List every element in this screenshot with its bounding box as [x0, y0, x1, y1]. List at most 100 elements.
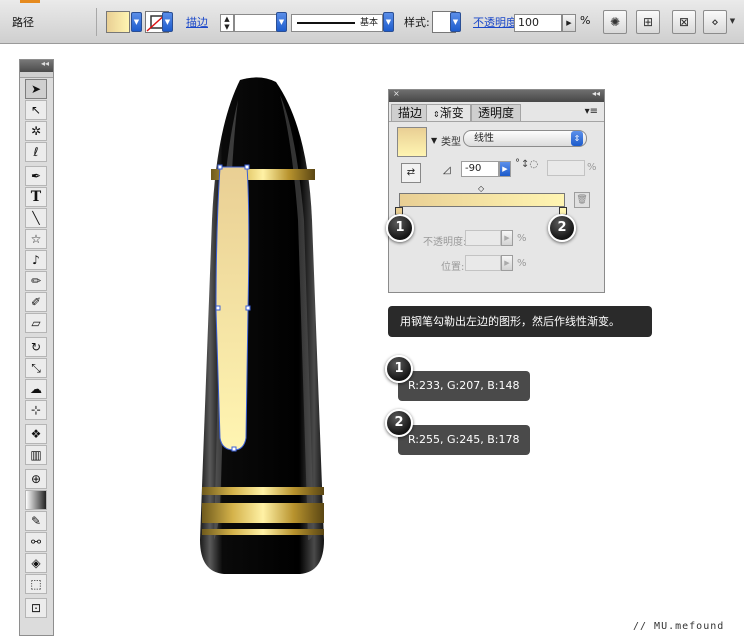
pen-cap-illustration [200, 77, 324, 574]
isolate-group-icon[interactable]: ⊠ [672, 10, 696, 34]
opacity-input[interactable]: 100 [514, 14, 562, 32]
close-icon[interactable]: × [393, 89, 400, 98]
anchor-point [244, 164, 250, 170]
graphic-style-dropdown[interactable]: ▼ [450, 12, 461, 32]
pen-tool-icon[interactable]: ✒ [25, 166, 47, 186]
tab-gradient[interactable]: ⇕渐变 [426, 104, 471, 121]
stroke-weight-dropdown[interactable]: ▼ [276, 12, 287, 32]
pencil-tool-icon[interactable]: ✏ [25, 271, 47, 291]
warp-tool-icon[interactable]: ☁ [25, 379, 47, 399]
opacity-link[interactable]: 不透明度 [473, 14, 517, 30]
type-label: 类型 [441, 137, 461, 148]
anchor-point [231, 446, 237, 452]
blend-tool-icon[interactable]: ⚯ [25, 532, 47, 552]
graph-tool-icon[interactable]: ▥ [25, 445, 47, 465]
degree-symbol: ° [515, 158, 520, 169]
stop2-rgb-bubble: R:255, G:245, B:178 [398, 425, 530, 455]
gradient-type-value: 线性 [474, 133, 494, 144]
anchor-point [215, 305, 221, 311]
stroke-style-select[interactable]: 基本 [291, 14, 383, 32]
tools-panel-grip[interactable] [20, 72, 53, 78]
recolor-artwork-icon[interactable]: ✺ [603, 10, 627, 34]
stop-opacity-input [465, 230, 501, 246]
gradient-slider[interactable] [399, 193, 565, 207]
control-bar: 路径 ▼ ▼ 描边 ▲ ▼ ▼ 基本 ▼ 样式: ▼ 不透明度 100 ▶ % ✺… [0, 0, 744, 44]
anchor-point [217, 164, 223, 170]
tab-stepper-icon: ⇕ [433, 110, 440, 119]
bottom-gold-band-2 [202, 503, 324, 523]
lasso-tool-icon[interactable]: ℓ [25, 142, 47, 162]
stroke-style-dropdown[interactable]: ▼ [383, 12, 394, 32]
stop1-rgb-bubble: R:233, G:207, B:148 [398, 371, 530, 401]
delete-stop-icon[interactable]: 🗑 [574, 192, 590, 208]
fill-swatch[interactable] [106, 11, 130, 33]
blob-brush-tool-icon[interactable]: ✐ [25, 292, 47, 312]
symbol-sprayer-tool-icon[interactable]: ❖ [25, 424, 47, 444]
mesh-tool-icon[interactable]: ⊕ [25, 469, 47, 489]
anchor-point [245, 305, 251, 311]
stop-position-dropdown: ▶ [501, 255, 513, 271]
app-menu-accent [20, 0, 40, 3]
select-similar-icon[interactable]: ⋄ [703, 10, 727, 34]
stroke-dropdown-arrow[interactable]: ▼ [162, 12, 173, 32]
type-tool-icon[interactable]: T [25, 187, 47, 207]
stroke-link[interactable]: 描边 [186, 14, 208, 30]
separator [96, 8, 97, 36]
paintbrush-tool-icon[interactable]: ♪ [25, 250, 47, 270]
live-paint-selection-tool-icon[interactable]: ⬚ [25, 574, 47, 594]
position-label: 位置: [441, 262, 465, 273]
collapse-icon[interactable]: ◂◂ [592, 89, 600, 98]
free-transform-tool-icon[interactable]: ⊹ [25, 400, 47, 420]
eraser-tool-icon[interactable]: ▱ [25, 313, 47, 333]
angle-dropdown[interactable]: ▶ [499, 161, 511, 177]
tab-stroke[interactable]: 描边 [391, 104, 430, 121]
opacity-flyout-button[interactable]: ▶ [562, 14, 576, 32]
gradient-panel-titlebar[interactable]: × ◂◂ [389, 89, 604, 102]
rotate-tool-icon[interactable]: ↻ [25, 337, 47, 357]
selection-tool-icon[interactable]: ➤ [25, 79, 47, 99]
tools-panel-header[interactable]: ◂◂ [20, 59, 53, 72]
aspect-ratio-icon: ↕◌ [521, 159, 539, 170]
stop-opacity-dropdown: ▶ [501, 230, 513, 246]
gradient-preview-swatch[interactable] [397, 127, 427, 157]
select-similar-dropdown[interactable]: ▼ [728, 12, 737, 32]
stroke-weight-stepper[interactable]: ▲ ▼ [220, 14, 234, 32]
stop2-rgb-badge: 2 [385, 409, 413, 437]
star-tool-icon[interactable]: ☆ [25, 229, 47, 249]
bottom-gold-band-1 [202, 487, 324, 495]
live-paint-tool-icon[interactable]: ◈ [25, 553, 47, 573]
gradient-tool-icon[interactable] [25, 490, 47, 510]
stop1-rgb-badge: 1 [385, 355, 413, 383]
midpoint-diamond-icon[interactable]: ◇ [478, 184, 484, 193]
illustrator-workspace: 路径 ▼ ▼ 描边 ▲ ▼ ▼ 基本 ▼ 样式: ▼ 不透明度 100 ▶ % ✺… [0, 0, 744, 636]
gradient-preset-arrow[interactable]: ▼ [431, 136, 437, 145]
align-options-icon[interactable]: ⊞ [636, 10, 660, 34]
tab-divider [389, 121, 604, 122]
credit-watermark: // MU.mefound [633, 621, 725, 632]
magic-wand-tool-icon[interactable]: ✲ [25, 121, 47, 141]
instruction-tip: 用钢笔勾勒出左边的图形，然后作线性渐变。 [388, 306, 652, 337]
position-percent: % [517, 258, 527, 269]
scale-tool-icon[interactable]: ⤡ [25, 358, 47, 378]
opacity-percent: % [517, 233, 527, 244]
stroke-style-line [297, 22, 355, 24]
reverse-gradient-icon[interactable]: ⇄ [401, 163, 421, 183]
panel-menu-icon[interactable]: ▾≡ [585, 106, 598, 117]
tools-panel: ◂◂ ➤ ↖ ✲ ℓ ✒ T ╲ ☆ ♪ ✏ ✐ ▱ ↻ ⤡ ☁ ⊹ ❖ ▥ ⊕… [19, 59, 54, 636]
collapse-icon[interactable]: ◂◂ [41, 59, 49, 68]
line-tool-icon[interactable]: ╲ [25, 208, 47, 228]
stroke-weight-input[interactable] [234, 14, 278, 32]
crop-tool-icon[interactable]: ⊡ [25, 598, 47, 618]
pen-clip [215, 166, 250, 451]
fill-dropdown-arrow[interactable]: ▼ [131, 12, 142, 32]
stop-position-input [465, 255, 501, 271]
direct-selection-tool-icon[interactable]: ↖ [25, 100, 47, 120]
tab-transparency[interactable]: 透明度 [471, 104, 522, 121]
gradient-type-select[interactable]: 线性 ⇕ [463, 130, 587, 147]
selection-type-label: 路径 [12, 16, 34, 29]
style-label: 样式: [404, 16, 430, 29]
opacity-label: 不透明度: [423, 237, 467, 248]
aspect-percent: % [587, 162, 597, 173]
eyedropper-tool-icon[interactable]: ✎ [25, 511, 47, 531]
angle-input[interactable]: -90 [461, 161, 499, 177]
